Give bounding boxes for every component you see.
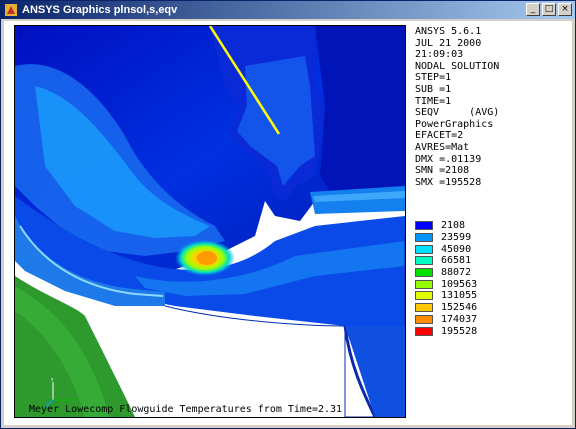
info-line: DMX =.01139 <box>415 153 482 165</box>
stress-contour-plot <box>15 26 405 417</box>
maximize-button[interactable]: □ <box>542 3 556 16</box>
info-line: STEP=1 <box>415 72 452 84</box>
legend-color-swatch <box>415 303 433 313</box>
legend-color-swatch <box>415 268 433 278</box>
info-line: ANSYS 5.6.1 <box>415 26 482 37</box>
legend-row: 131055 <box>415 290 477 302</box>
plot-info-panel: ANSYS 5.6.1 JUL 21 2000 21:09:03 NODAL S… <box>415 26 499 188</box>
legend-value-label: 23599 <box>441 232 472 244</box>
info-line: EFACET=2 <box>415 130 464 142</box>
title-bar[interactable]: ANSYS Graphics plnsol,s,eqv _ □ × <box>1 1 575 19</box>
legend-color-swatch <box>415 233 433 243</box>
contour-legend: 2108 23599 45090 66581 88072 109563 131055 1525… <box>415 220 477 337</box>
window-title: ANSYS Graphics plnsol,s,eqv <box>22 4 178 16</box>
legend-row: 66581 <box>415 255 477 267</box>
viewport-number: 1 <box>18 28 24 38</box>
legend-value-label: 174037 <box>441 313 478 325</box>
info-line: SEQV (AVG) <box>415 107 500 119</box>
legend-value-label: 152546 <box>441 302 478 314</box>
legend-color-swatch <box>415 314 433 324</box>
legend-value-label: 195528 <box>441 325 478 337</box>
triad-y-label: Y <box>50 378 55 383</box>
close-button[interactable]: × <box>558 3 572 16</box>
legend-color-swatch <box>415 291 433 301</box>
legend-value-label: 131055 <box>441 290 478 302</box>
ansys-app-icon <box>4 3 18 17</box>
ansys-graphics-window: ANSYS Graphics plnsol,s,eqv _ □ × 1 X Y … <box>0 0 576 429</box>
info-line: AVRES=Mat <box>415 141 470 153</box>
legend-row: 88072 <box>415 267 477 279</box>
legend-value-label: 66581 <box>441 255 472 267</box>
legend-row: 23599 <box>415 232 477 244</box>
legend-color-swatch <box>415 221 433 231</box>
legend-row: 174037 <box>415 314 477 326</box>
minimize-button[interactable]: _ <box>526 3 540 16</box>
legend-row: 2108 <box>415 220 477 232</box>
legend-row: 195528 <box>415 325 477 337</box>
legend-row: 109563 <box>415 278 477 290</box>
legend-value-label: 109563 <box>441 278 478 290</box>
legend-value-label: 2108 <box>441 220 466 232</box>
graphics-client-area: 1 X Y Z Meyer Lowecomp Flowguide Tempera… <box>4 21 572 425</box>
plot-caption: Meyer Lowecomp Flowguide Temperatures fr… <box>29 404 343 415</box>
legend-color-swatch <box>415 244 433 254</box>
legend-value-label: 88072 <box>441 267 472 279</box>
info-line: TIME=1 <box>415 95 452 107</box>
legend-color-swatch <box>415 256 433 266</box>
info-line: SMX =195528 <box>415 176 482 188</box>
info-line: NODAL SOLUTION <box>415 60 500 72</box>
legend-color-swatch <box>415 279 433 289</box>
graphics-viewport[interactable]: 1 X Y Z Meyer Lowecomp Flowguide Tempera… <box>14 25 406 418</box>
info-line: SUB =1 <box>415 83 452 95</box>
legend-value-label: 45090 <box>441 243 472 255</box>
legend-row: 152546 <box>415 302 477 314</box>
info-line: 21:09:03 <box>415 49 464 61</box>
info-line: SMN =2108 <box>415 165 470 177</box>
legend-color-swatch <box>415 326 433 336</box>
legend-row: 45090 <box>415 243 477 255</box>
info-line: JUL 21 2000 <box>415 37 482 49</box>
info-line: PowerGraphics <box>415 118 494 130</box>
